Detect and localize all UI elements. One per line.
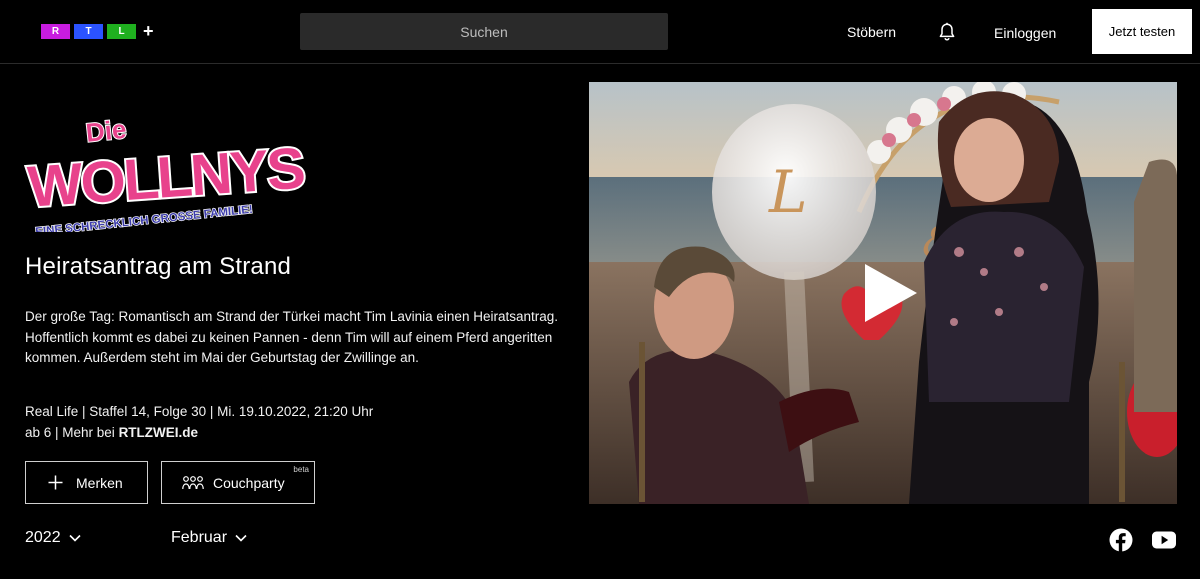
- beta-badge: beta: [293, 465, 309, 474]
- couchparty-label: Couchparty: [213, 474, 285, 491]
- show-logo-wollnys: WOLLNYS: [26, 136, 306, 220]
- group-icon: [182, 475, 204, 489]
- episode-meta-line1: Real Life | Staffel 14, Folge 30 | Mi. 1…: [25, 404, 374, 419]
- play-icon[interactable]: [863, 262, 919, 324]
- bell-icon[interactable]: [937, 22, 957, 42]
- video-player[interactable]: L &: [589, 82, 1177, 504]
- episode-description: Der große Tag: Romantisch am Strand der …: [25, 309, 558, 365]
- logo-plus: +: [143, 21, 154, 41]
- logo-tile-l: L: [107, 24, 136, 39]
- age-rating-text: ab 6 | Mehr bei: [25, 424, 119, 440]
- episode-meta: Real Life | Staffel 14, Folge 30 | Mi. 1…: [25, 402, 373, 443]
- search-input[interactable]: Suchen: [300, 13, 668, 50]
- year-dropdown[interactable]: 2022: [25, 529, 81, 547]
- chevron-down-icon: [69, 534, 81, 542]
- month-value: Februar: [171, 529, 228, 546]
- couchparty-button[interactable]: Couchparty beta: [161, 461, 315, 504]
- top-navigation: R T L + Suchen Stöbern Einloggen Jetzt t…: [0, 0, 1200, 64]
- balloon-letter-l: L: [768, 158, 808, 226]
- rtl-plus-logo[interactable]: R T L +: [41, 21, 154, 41]
- logo-tile-r: R: [41, 24, 70, 39]
- nav-browse-link[interactable]: Stöbern: [847, 24, 896, 40]
- plus-icon: [48, 475, 63, 490]
- show-logo-die: Die: [84, 114, 127, 148]
- logo-tile-t: T: [74, 24, 103, 39]
- chevron-down-icon: [235, 534, 247, 542]
- login-link[interactable]: Einloggen: [994, 25, 1056, 41]
- facebook-icon[interactable]: [1109, 528, 1133, 552]
- rtlzwei-link[interactable]: RTLZWEI.de: [119, 425, 199, 440]
- episode-meta-line2: ab 6 | Mehr bei RTLZWEI.de: [25, 423, 373, 444]
- episode-title: Heiratsantrag am Strand: [25, 253, 292, 280]
- merken-label: Merken: [76, 474, 123, 491]
- month-dropdown[interactable]: Februar: [171, 529, 247, 547]
- merken-button[interactable]: Merken: [25, 461, 148, 504]
- show-logo: Die WOLLNYS EINE SCHRECKLICH GROSSE FAMI…: [24, 113, 308, 232]
- year-value: 2022: [25, 529, 61, 546]
- search-placeholder: Suchen: [460, 23, 508, 40]
- trial-button[interactable]: Jetzt testen: [1092, 9, 1192, 54]
- youtube-icon[interactable]: [1152, 530, 1176, 550]
